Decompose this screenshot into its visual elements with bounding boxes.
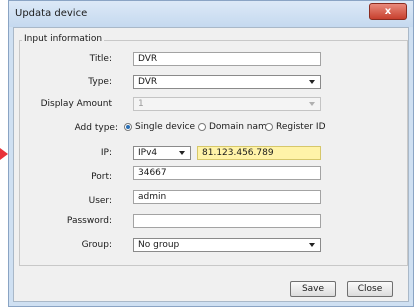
- radio-selected-icon: [124, 123, 132, 131]
- group-label: Group:: [81, 240, 112, 250]
- radio-domain-name[interactable]: Domain name: [198, 122, 272, 132]
- user-input[interactable]: admin: [133, 190, 321, 204]
- user-label: User:: [88, 196, 112, 206]
- radio-unselected-icon: [198, 123, 206, 131]
- dialog-body: Input information Title: DVR Type: DVR D…: [13, 27, 409, 302]
- type-select-value: DVR: [138, 77, 158, 87]
- radio-unselected-icon: [265, 123, 273, 131]
- radio-single-device[interactable]: Single device: [124, 122, 195, 132]
- type-select[interactable]: DVR: [133, 75, 321, 89]
- close-button[interactable]: Close: [347, 281, 393, 297]
- title-bar: Updata device x: [9, 1, 413, 27]
- title-input[interactable]: DVR: [133, 52, 321, 66]
- add-type-label: Add type:: [74, 123, 118, 133]
- chevron-down-icon: [309, 243, 315, 247]
- display-amount-select: 1: [133, 97, 321, 111]
- radio-single-device-label: Single device: [135, 122, 196, 132]
- ip-address-input[interactable]: 81.123.456.789: [197, 146, 321, 160]
- chevron-down-icon: [179, 151, 185, 155]
- update-device-dialog: Updata device x Input information Title:…: [8, 0, 414, 307]
- display-amount-value: 1: [138, 99, 144, 109]
- port-input[interactable]: 34667: [133, 166, 321, 180]
- save-button[interactable]: Save: [290, 281, 336, 297]
- title-label: Title:: [89, 54, 112, 64]
- group-legend: Input information: [22, 34, 105, 44]
- window-close-button[interactable]: x: [369, 3, 407, 20]
- radio-register-id-label: Register ID: [276, 122, 326, 132]
- group-select-value: No group: [138, 240, 180, 250]
- group-select[interactable]: No group: [133, 238, 321, 252]
- port-label: Port:: [91, 172, 112, 182]
- ip-label: IP:: [100, 148, 112, 158]
- chevron-down-icon: [309, 102, 315, 106]
- type-label: Type:: [88, 77, 112, 87]
- radio-domain-name-label: Domain name: [209, 122, 273, 132]
- ip-version-select[interactable]: IPv4: [133, 146, 191, 160]
- password-input[interactable]: [133, 214, 321, 228]
- radio-register-id[interactable]: Register ID: [265, 122, 326, 132]
- display-amount-label: Display Amount: [40, 99, 112, 109]
- password-label: Password:: [66, 216, 112, 226]
- ip-version-value: IPv4: [138, 148, 158, 158]
- red-pointer-arrow-icon: [0, 148, 8, 160]
- dialog-title: Updata device: [15, 8, 88, 19]
- input-information-group: Input information Title: DVR Type: DVR D…: [19, 34, 408, 266]
- chevron-down-icon: [309, 80, 315, 84]
